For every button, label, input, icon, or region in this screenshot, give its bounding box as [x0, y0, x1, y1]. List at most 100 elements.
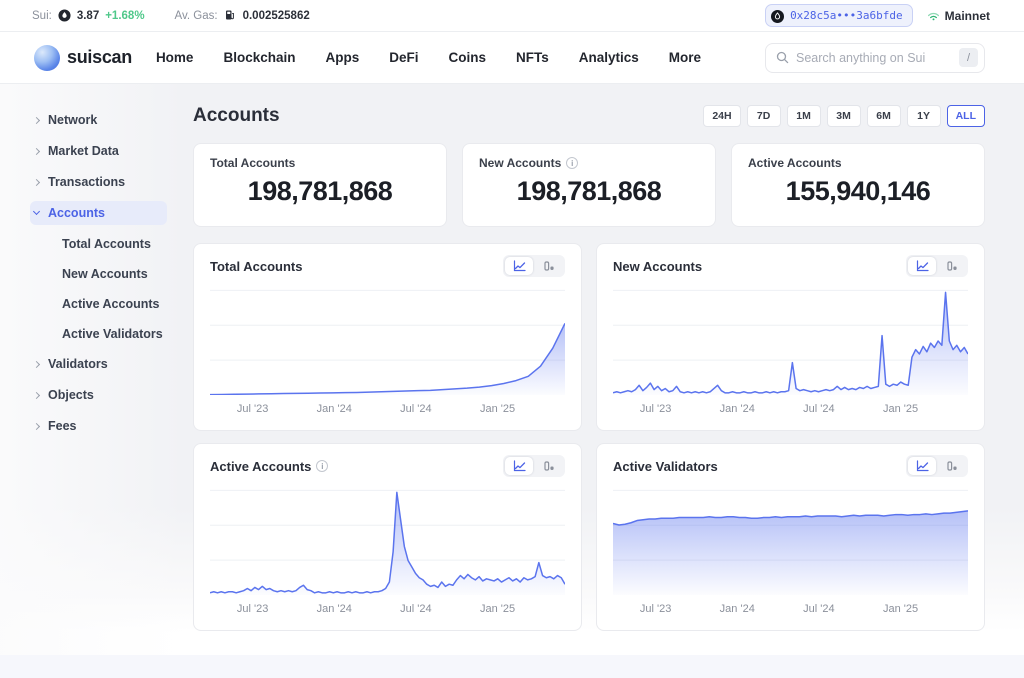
- stat-card-new-accounts: New Accounts i 198,781,868: [462, 143, 716, 227]
- sidebar-item-label: Objects: [48, 388, 94, 402]
- x-tick: Jan '25: [882, 603, 919, 615]
- sidebar-item-validators[interactable]: Validators: [30, 352, 185, 376]
- info-icon[interactable]: i: [566, 157, 579, 169]
- chart-plot-area[interactable]: Jul '23 Jan '24 Jul '24 Jan '25: [613, 287, 968, 419]
- stat-card-active-accounts: Active Accounts 155,940,146: [731, 143, 985, 227]
- bar-chart-toggle-button[interactable]: [938, 457, 966, 475]
- line-chart-icon: [916, 260, 929, 272]
- sidebar-subitem-active-validators[interactable]: Active Validators: [30, 322, 185, 345]
- sui-price-value: 3.87: [76, 9, 100, 22]
- x-tick: Jan '24: [316, 603, 352, 615]
- network-signal-icon: [927, 9, 940, 22]
- nav-item-analytics[interactable]: Analytics: [579, 50, 639, 65]
- x-tick: Jan '25: [882, 403, 919, 415]
- sidebar-item-objects[interactable]: Objects: [30, 383, 185, 407]
- chart-title: Active Validators: [613, 458, 718, 474]
- chart-type-toggle: [906, 255, 968, 277]
- sidebar-accounts-submenu: Total Accounts New Accounts Active Accou…: [30, 232, 185, 345]
- x-axis-ticks: Jul '23 Jan '24 Jul '24 Jan '25: [210, 601, 565, 619]
- range-button-3m[interactable]: 3M: [826, 105, 861, 127]
- chart-title: New Accounts: [613, 258, 703, 274]
- range-button-all[interactable]: ALL: [946, 105, 985, 127]
- x-tick: Jul '24: [803, 403, 835, 415]
- nav-links: Home Blockchain Apps DeFi Coins NFTs Ana…: [156, 50, 701, 65]
- active-accounts-chart[interactable]: [210, 487, 565, 595]
- line-chart-toggle-button[interactable]: [908, 457, 936, 475]
- info-icon[interactable]: i: [316, 460, 329, 472]
- stat-card-total-accounts: Total Accounts 198,781,868: [193, 143, 447, 227]
- x-tick: Jan '25: [479, 603, 516, 615]
- bar-chart-toggle-button[interactable]: [535, 257, 563, 275]
- nav-item-nfts[interactable]: NFTs: [516, 50, 549, 65]
- chart-card-new-accounts: New Accounts Jul '23 Jan '24 Jul '24 Jan…: [596, 243, 985, 431]
- line-chart-toggle-button[interactable]: [505, 457, 533, 475]
- chevron-right-icon: [32, 391, 41, 399]
- nav-item-defi[interactable]: DeFi: [389, 50, 418, 65]
- x-tick: Jul '24: [803, 603, 835, 615]
- x-tick: Jul '23: [236, 403, 269, 415]
- chevron-right-icon: [32, 116, 41, 124]
- sidebar-subitem-active-accounts[interactable]: Active Accounts: [30, 292, 185, 315]
- chevron-right-icon: [32, 147, 41, 155]
- brand-name: suiscan: [67, 47, 132, 67]
- bar-chart-icon: [947, 461, 957, 471]
- bar-chart-toggle-button[interactable]: [938, 257, 966, 275]
- nav-item-coins[interactable]: Coins: [449, 50, 487, 65]
- nav-item-blockchain[interactable]: Blockchain: [223, 50, 295, 65]
- nav-item-more[interactable]: More: [669, 50, 701, 65]
- sidebar-item-label: Fees: [48, 419, 77, 433]
- range-button-1y[interactable]: 1Y: [906, 105, 941, 127]
- sidebar-item-market-data[interactable]: Market Data: [30, 139, 185, 163]
- x-axis-ticks: Jul '23 Jan '24 Jul '24 Jan '25: [613, 401, 968, 419]
- price-gas-strip: Sui: 3.87 +1.68% Av. Gas: 0.002525862: [32, 9, 310, 22]
- range-button-6m[interactable]: 6M: [866, 105, 901, 127]
- bar-chart-toggle-button[interactable]: [535, 457, 563, 475]
- sidebar-item-label: Transactions: [48, 175, 126, 189]
- sidebar-item-network[interactable]: Network: [30, 108, 185, 132]
- line-chart-toggle-button[interactable]: [908, 257, 936, 275]
- stat-label: New Accounts: [479, 156, 562, 170]
- search-input[interactable]: [796, 50, 952, 65]
- bar-chart-icon: [544, 461, 554, 471]
- stats-row: Total Accounts 198,781,868 New Accounts …: [193, 143, 985, 227]
- line-chart-toggle-button[interactable]: [505, 257, 533, 275]
- total-accounts-chart[interactable]: [210, 287, 565, 395]
- chart-plot-area[interactable]: Jul '23 Jan '24 Jul '24 Jan '25: [210, 287, 565, 419]
- main-panel: Accounts 24H 7D 1M 3M 6M 1Y ALL Total Ac…: [185, 84, 1024, 655]
- sidebar-item-fees[interactable]: Fees: [30, 414, 185, 438]
- chart-plot-area[interactable]: Jul '23 Jan '24 Jul '24 Jan '25: [613, 487, 968, 619]
- sidebar-item-accounts[interactable]: Accounts: [30, 201, 167, 225]
- active-validators-chart[interactable]: [613, 487, 968, 595]
- chart-type-toggle: [503, 255, 565, 277]
- suiscan-logo-icon: [34, 44, 60, 71]
- range-button-24h[interactable]: 24H: [703, 105, 741, 127]
- range-button-7d[interactable]: 7D: [746, 105, 781, 127]
- x-tick: Jan '24: [719, 603, 755, 615]
- time-range-selector: 24H 7D 1M 3M 6M 1Y ALL: [703, 105, 985, 127]
- chevron-right-icon: [32, 422, 41, 430]
- gas-label: Av. Gas:: [174, 9, 218, 22]
- line-chart-icon: [513, 460, 526, 472]
- stat-value: 198,781,868: [247, 176, 393, 206]
- stat-label: Total Accounts: [210, 156, 296, 170]
- x-tick: Jul '23: [236, 603, 269, 615]
- sidebar-subitem-total-accounts[interactable]: Total Accounts: [30, 232, 185, 255]
- sidebar-item-label: Market Data: [48, 144, 119, 158]
- nav-item-apps[interactable]: Apps: [325, 50, 359, 65]
- network-selector[interactable]: Mainnet: [927, 9, 990, 23]
- suiscan-logo[interactable]: suiscan: [34, 44, 132, 71]
- new-accounts-chart[interactable]: [613, 287, 968, 395]
- sidebar: Network Market Data Transactions Account…: [0, 84, 185, 655]
- sidebar-subitem-new-accounts[interactable]: New Accounts: [30, 262, 185, 285]
- wallet-address-button[interactable]: 0x28c5a•••3a6bfde: [765, 4, 913, 27]
- nav-item-home[interactable]: Home: [156, 50, 194, 65]
- x-axis-ticks: Jul '23 Jan '24 Jul '24 Jan '25: [613, 601, 968, 619]
- chevron-right-icon: [32, 360, 41, 368]
- chart-plot-area[interactable]: Jul '23 Jan '24 Jul '24 Jan '25: [210, 487, 565, 619]
- bar-chart-icon: [544, 261, 554, 271]
- topbar-right: 0x28c5a•••3a6bfde Mainnet: [765, 4, 990, 27]
- global-search[interactable]: /: [765, 42, 985, 73]
- sidebar-item-transactions[interactable]: Transactions: [30, 170, 185, 194]
- chart-card-total-accounts: Total Accounts Jul '23 Jan '24 Jul '24 J…: [193, 243, 582, 431]
- range-button-1m[interactable]: 1M: [786, 105, 821, 127]
